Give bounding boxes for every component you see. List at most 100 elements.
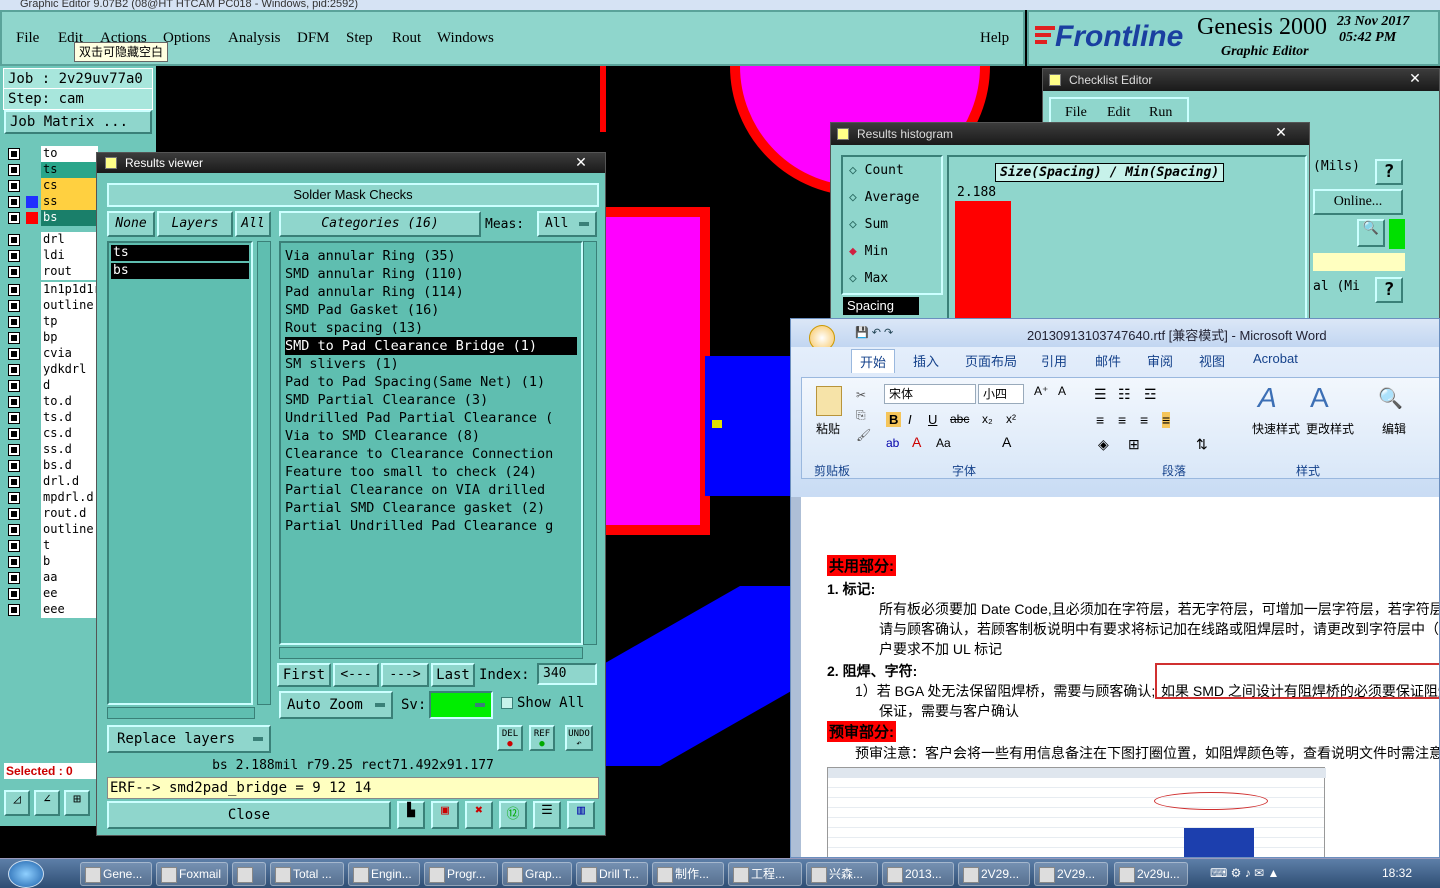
menu-file[interactable]: File xyxy=(16,30,39,47)
all-button[interactable]: All xyxy=(235,211,271,237)
paste-icon[interactable] xyxy=(816,386,842,416)
category-item[interactable]: SMD to Pad Clearance Bridge (1) xyxy=(285,337,577,355)
layer-checkbox[interactable] xyxy=(8,266,20,278)
layer-checkbox[interactable] xyxy=(8,476,20,488)
tool-record-icon[interactable]: ▣ xyxy=(431,801,459,829)
taskbar-item[interactable]: 2V29... xyxy=(1034,862,1108,886)
close-icon[interactable]: ✕ xyxy=(1397,70,1433,86)
layer-checkbox[interactable] xyxy=(8,380,20,392)
layer-checkbox[interactable] xyxy=(8,250,20,262)
next-button[interactable]: ---> xyxy=(381,663,429,687)
underline-icon[interactable]: U xyxy=(928,412,937,427)
change-styles-icon[interactable]: A xyxy=(1310,382,1342,414)
layer-row[interactable]: outline xyxy=(6,298,98,314)
taskbar-item[interactable]: Foxmail xyxy=(156,862,228,886)
category-item[interactable]: Partial SMD Clearance gasket (2) xyxy=(285,499,577,517)
bold-icon[interactable]: B xyxy=(886,412,902,427)
save-icon[interactable]: 💾 ↶ ↷ xyxy=(855,326,893,339)
layer-checkbox[interactable] xyxy=(8,572,20,584)
category-item[interactable]: SMD Partial Clearance (3) xyxy=(285,391,577,409)
histogram-option[interactable]: ◇ Average xyxy=(849,190,919,205)
copy-icon[interactable]: ⎘ xyxy=(856,408,866,423)
layer-checkbox[interactable] xyxy=(8,444,20,456)
histogram-option[interactable]: ◆ Min xyxy=(849,244,888,259)
tool-measure-icon[interactable]: ◿ xyxy=(4,790,30,816)
taskbar-item[interactable]: Gene... xyxy=(80,862,152,886)
layer-checkbox[interactable] xyxy=(8,492,20,504)
job-matrix-button[interactable]: Job Matrix ... xyxy=(4,110,152,134)
layer-row[interactable]: ydkdrl xyxy=(6,362,98,378)
char-shading-icon[interactable]: A xyxy=(1002,434,1011,450)
auto-zoom-select[interactable]: Auto Zoom xyxy=(279,691,393,719)
layer-row[interactable]: mpdrl.d xyxy=(6,490,98,506)
change-case-icon[interactable]: Aa xyxy=(936,436,951,450)
shading-icon[interactable]: ◈ xyxy=(1098,436,1109,453)
cut-icon[interactable]: ✂ xyxy=(856,388,866,402)
categories-button[interactable]: Categories (16) xyxy=(279,211,481,237)
justify-icon[interactable]: ≡ xyxy=(1162,412,1171,428)
result-layer-item[interactable]: bs xyxy=(111,263,249,279)
del-button[interactable]: DEL ● xyxy=(497,725,523,751)
taskbar-item[interactable]: Progr... xyxy=(424,862,498,886)
layer-row[interactable]: eee xyxy=(6,602,98,618)
layer-row[interactable]: ldi xyxy=(6,248,98,264)
layer-checkbox[interactable] xyxy=(8,164,20,176)
taskbar-item[interactable]: Engin... xyxy=(348,862,420,886)
ribbon-tab[interactable]: 插入 xyxy=(913,351,939,370)
layer-row[interactable]: t xyxy=(6,538,98,554)
multilevel-icon[interactable]: ☲ xyxy=(1144,386,1157,403)
menu-rout[interactable]: Rout xyxy=(392,30,421,47)
categories-list[interactable]: Via annular Ring (35) SMD annular Ring (1… xyxy=(279,241,583,645)
taskbar-item[interactable]: 兴森... xyxy=(806,862,878,886)
taskbar-item[interactable]: 制作... xyxy=(652,862,724,886)
category-item[interactable]: SMD Pad Gasket (16) xyxy=(285,301,577,319)
layer-checkbox[interactable] xyxy=(8,284,20,296)
tool-chart-icon[interactable]: ▥ xyxy=(567,801,595,829)
bullets-icon[interactable]: ☰ xyxy=(1094,386,1107,403)
layer-row[interactable]: drl xyxy=(6,232,98,248)
none-button[interactable]: None xyxy=(107,211,155,237)
layer-row[interactable]: d xyxy=(6,378,98,394)
align-right-icon[interactable]: ≡ xyxy=(1140,412,1148,428)
prev-button[interactable]: <--- xyxy=(333,663,379,687)
layer-row[interactable]: bs xyxy=(6,210,98,226)
category-item[interactable]: SMD annular Ring (110) xyxy=(285,265,577,283)
menu-windows[interactable]: Windows xyxy=(437,30,494,47)
layer-checkbox[interactable] xyxy=(8,508,20,520)
tool-report-icon[interactable]: ☰ xyxy=(533,801,561,829)
font-size-select[interactable]: 小四 xyxy=(978,384,1024,404)
categories-scrollbar[interactable] xyxy=(583,241,597,645)
layer-checkbox[interactable] xyxy=(8,196,20,208)
layer-checkbox[interactable] xyxy=(8,540,20,552)
layer-row[interactable]: bp xyxy=(6,330,98,346)
category-item[interactable]: Feature too small to check (24) xyxy=(285,463,577,481)
last-button[interactable]: Last xyxy=(431,663,475,687)
layer-checkbox[interactable] xyxy=(8,316,20,328)
result-layer-item[interactable]: ts xyxy=(111,245,249,261)
layer-checkbox[interactable] xyxy=(8,412,20,424)
layer-checkbox[interactable] xyxy=(8,524,20,536)
format-painter-icon[interactable]: 🖌 xyxy=(856,428,871,442)
menu-dfm[interactable]: DFM xyxy=(297,30,330,47)
layer-row[interactable]: cvia xyxy=(6,346,98,362)
ref-button[interactable]: REF ● xyxy=(529,725,555,751)
layer-checkbox[interactable] xyxy=(8,212,20,224)
layer-row[interactable]: cs xyxy=(6,178,98,194)
ribbon-tab[interactable]: 视图 xyxy=(1199,351,1225,370)
layer-row[interactable]: outline. xyxy=(6,522,98,538)
menu-help[interactable]: Help xyxy=(980,30,1009,47)
meas-select[interactable]: All xyxy=(537,211,597,237)
layer-results-list[interactable]: ts bs xyxy=(107,241,253,705)
category-item[interactable]: Rout spacing (13) xyxy=(285,319,577,337)
layer-row[interactable]: tp xyxy=(6,314,98,330)
layer-checkbox[interactable] xyxy=(8,234,20,246)
taskbar-item[interactable]: Grap... xyxy=(502,862,572,886)
strikethrough-icon[interactable]: abc xyxy=(950,412,969,426)
help-button-2[interactable]: ? xyxy=(1375,277,1403,303)
layer-list-scrollbar[interactable] xyxy=(257,241,271,705)
help-button[interactable]: ? xyxy=(1375,159,1403,185)
tool-cancel-icon[interactable]: ✖ xyxy=(465,801,493,829)
document-page[interactable]: 共用部分: 1. 标记: 所有板必须要加 Date Code,且必须加在字符层，… xyxy=(801,497,1439,857)
layer-checkbox[interactable] xyxy=(8,332,20,344)
ribbon-tab[interactable]: 页面布局 xyxy=(965,351,1017,370)
